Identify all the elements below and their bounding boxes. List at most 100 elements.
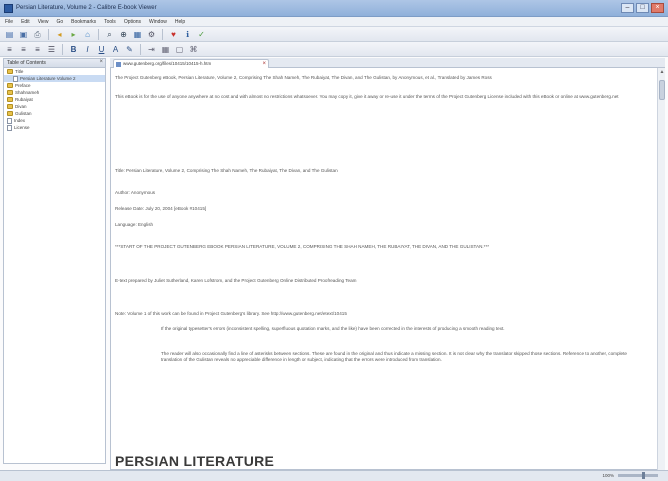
font-icon[interactable]: A xyxy=(110,44,121,55)
page-icon xyxy=(116,62,121,67)
close-button[interactable]: × xyxy=(651,3,664,13)
toolbar-separator xyxy=(140,43,141,55)
tab-strip: www.gutenberg.org/files/10415/10415-h.ht… xyxy=(110,58,665,68)
scroll-up-icon[interactable]: ▲ xyxy=(658,68,666,76)
menu-edit[interactable]: Edit xyxy=(21,17,30,26)
back-icon[interactable]: ◂ xyxy=(54,29,65,40)
scroll-thumb[interactable] xyxy=(659,80,665,100)
align-center-icon[interactable]: ≡ xyxy=(18,44,29,55)
vertical-scrollbar[interactable]: ▲ xyxy=(657,68,665,470)
italic-icon[interactable]: I xyxy=(82,44,93,55)
bold-icon[interactable]: B xyxy=(68,44,79,55)
title-bar: Persian Literature, Volume 2 - Calibre E… xyxy=(0,0,668,17)
check-icon[interactable]: ✓ xyxy=(196,29,207,40)
align-left-icon[interactable]: ≡ xyxy=(4,44,15,55)
document-tab-label: www.gutenberg.org/files/10415/10415-h.ht… xyxy=(123,61,212,66)
indented-paragraph-1: If the original typesetter's errors (inc… xyxy=(161,326,505,331)
color-icon[interactable]: ✎ xyxy=(124,44,135,55)
toolbar-separator xyxy=(162,28,163,40)
zoom-slider[interactable] xyxy=(618,472,658,479)
menu-help[interactable]: Help xyxy=(175,17,185,26)
toc-item-selected[interactable]: Persian Literature Volume 2 xyxy=(4,75,105,82)
maximize-button[interactable]: □ xyxy=(636,3,649,13)
image-icon[interactable]: ▢ xyxy=(174,44,185,55)
toc-item-label: Gulistan xyxy=(15,111,32,116)
toc-item[interactable]: Divan xyxy=(4,103,105,110)
print-icon[interactable]: ⎙ xyxy=(32,29,43,40)
underline-icon[interactable]: U xyxy=(96,44,107,55)
toc-item-label: Persian Literature Volume 2 xyxy=(20,76,76,81)
paragraph-intro: The Project Gutenberg eBook, Persian Lit… xyxy=(115,75,492,80)
toc-item-label: Title xyxy=(15,69,24,74)
document-tab[interactable]: www.gutenberg.org/files/10415/10415-h.ht… xyxy=(113,59,269,68)
info-icon[interactable]: ℹ xyxy=(182,29,193,40)
toc-item[interactable]: Rubaiyat xyxy=(4,96,105,103)
list-icon[interactable]: ☰ xyxy=(46,44,57,55)
close-pane-icon[interactable]: × xyxy=(99,59,103,65)
find-icon[interactable]: ⌕ xyxy=(104,29,115,40)
align-right-icon[interactable]: ≡ xyxy=(32,44,43,55)
toc-item-label: Shahnameh xyxy=(15,90,40,95)
title-line: Title: Persian Literature, Volume 2, Com… xyxy=(115,168,338,173)
status-bar: 100% xyxy=(0,470,668,481)
paragraph-license: This eBook is for the use of anyone anyw… xyxy=(115,94,619,99)
menu-window[interactable]: Window xyxy=(149,17,167,26)
toolbar-separator xyxy=(98,28,99,40)
toolbar-separator xyxy=(48,28,49,40)
open-icon[interactable]: ▤ xyxy=(4,29,15,40)
settings-icon[interactable]: ⚙ xyxy=(146,29,157,40)
produced-line: E-text prepared by Juliet Sutherland, Ka… xyxy=(115,278,357,283)
toc-item[interactable]: Title xyxy=(4,68,105,75)
toc-item[interactable]: License xyxy=(4,124,105,131)
toc-item[interactable]: Gulistan xyxy=(4,110,105,117)
bookmark-icon[interactable]: ▦ xyxy=(132,29,143,40)
toc-item-label: Divan xyxy=(15,104,27,109)
toolbar-separator xyxy=(62,43,63,55)
menu-bar: File Edit View Go Bookmarks Tools Option… xyxy=(0,17,668,27)
menu-bookmarks[interactable]: Bookmarks xyxy=(71,17,96,26)
zoom-slider-knob[interactable] xyxy=(642,472,645,479)
toc-item[interactable]: Shahnameh xyxy=(4,89,105,96)
note-line: Note: Volume 1 of this work can be found… xyxy=(115,311,347,316)
toc-item[interactable]: Index xyxy=(4,117,105,124)
home-icon[interactable]: ⌂ xyxy=(82,29,93,40)
toc-item-label: Rubaiyat xyxy=(15,97,33,102)
document-icon xyxy=(7,124,12,131)
menu-options[interactable]: Options xyxy=(124,17,141,26)
document-heading: PERSIAN LITERATURE xyxy=(115,453,275,469)
folder-icon xyxy=(7,69,13,74)
table-icon[interactable]: ▦ xyxy=(160,44,171,55)
format-toolbar: ≡ ≡ ≡ ☰ B I U A ✎ ⇥ ▦ ▢ ⌘ xyxy=(0,42,668,57)
author-line: Author: Anonymous xyxy=(115,190,156,195)
toc-header-label: Table of Contents xyxy=(7,60,46,66)
menu-file[interactable]: File xyxy=(5,17,13,26)
toc-pane: Table of Contents × Title Persian Litera… xyxy=(3,58,106,464)
folder-icon xyxy=(7,83,13,88)
heart-icon[interactable]: ♥ xyxy=(168,29,179,40)
close-tab-icon[interactable]: × xyxy=(262,60,266,68)
forward-icon[interactable]: ▸ xyxy=(68,29,79,40)
start-line: ***START OF THE PROJECT GUTENBERG EBOOK … xyxy=(115,244,490,249)
window-title: Persian Literature, Volume 2 - Calibre E… xyxy=(16,5,157,11)
zoom-controls: 100% xyxy=(602,472,658,479)
folder-icon xyxy=(7,104,13,109)
document-icon xyxy=(13,75,18,82)
indent-icon[interactable]: ⇥ xyxy=(146,44,157,55)
zoom-icon[interactable]: ⊕ xyxy=(118,29,129,40)
indented-paragraph-2: The reader will also occasionally find a… xyxy=(161,351,627,363)
menu-view[interactable]: View xyxy=(38,17,49,26)
link-icon[interactable]: ⌘ xyxy=(188,44,199,55)
toc-item[interactable]: Preface xyxy=(4,82,105,89)
document-view[interactable]: The Project Gutenberg eBook, Persian Lit… xyxy=(110,68,657,470)
language-line: Language: English xyxy=(115,222,154,227)
release-line: Release Date: July 20, 2004 [eBook #1041… xyxy=(115,206,207,211)
toc-header: Table of Contents × xyxy=(4,59,105,68)
save-icon[interactable]: ▣ xyxy=(18,29,29,40)
toc-item-label: License xyxy=(14,125,30,130)
window-controls: – □ × xyxy=(621,3,664,13)
menu-go[interactable]: Go xyxy=(56,17,63,26)
minimize-button[interactable]: – xyxy=(621,3,634,13)
folder-icon xyxy=(7,97,13,102)
menu-tools[interactable]: Tools xyxy=(104,17,116,26)
toc-item-label: Index xyxy=(14,118,26,123)
